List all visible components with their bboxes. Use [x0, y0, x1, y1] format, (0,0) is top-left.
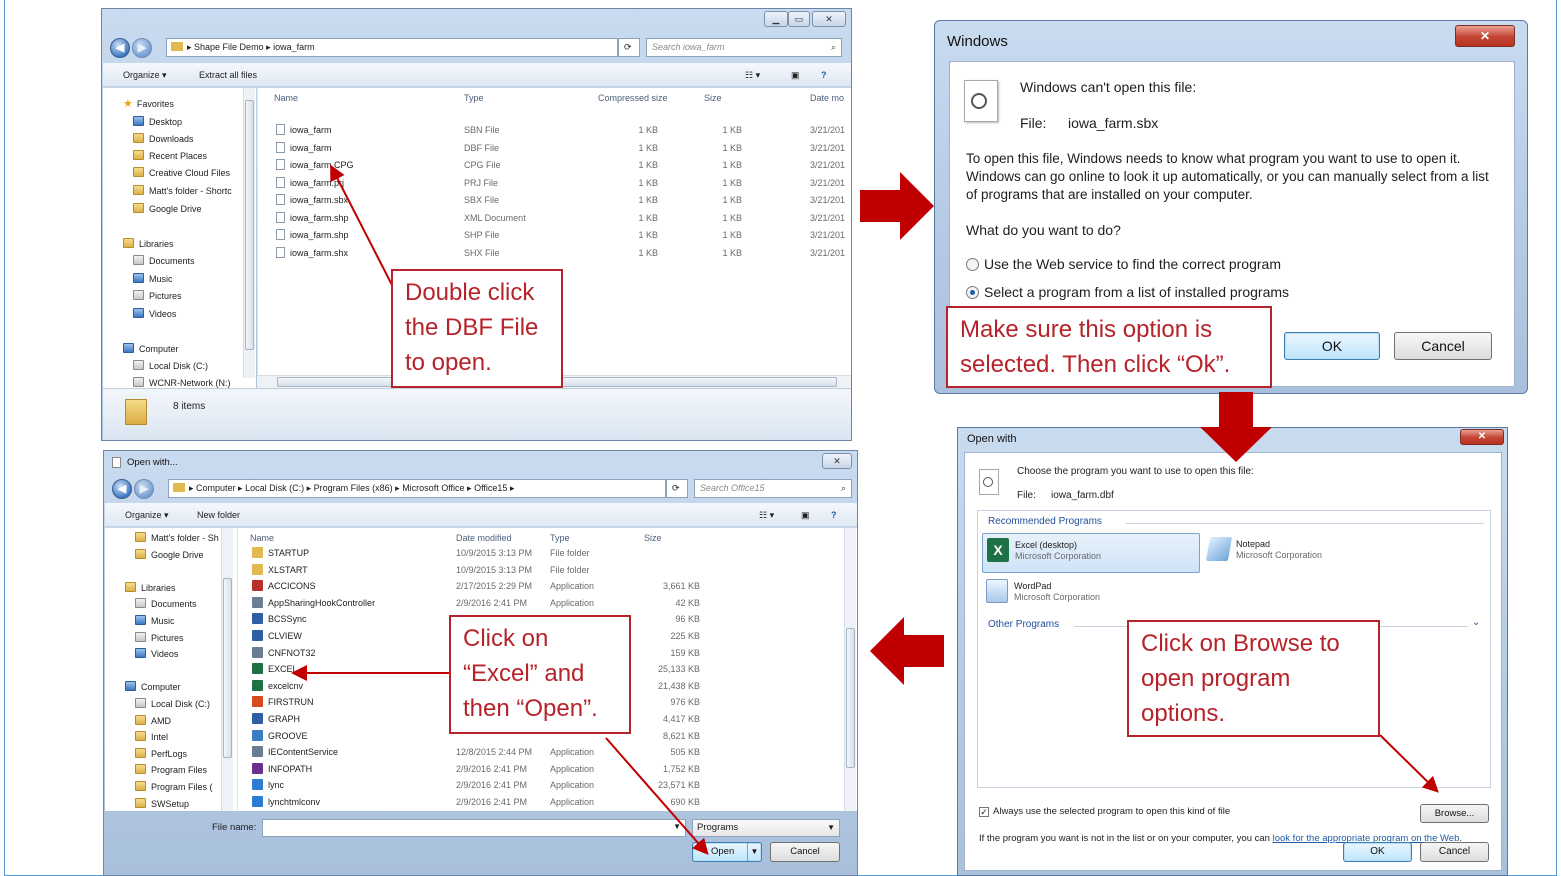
callout-select-option: Make sure this option is selected. Then …	[946, 306, 1272, 388]
callout-excel-open: Click on “Excel” and then “Open”.	[449, 615, 631, 734]
callout-double-click: Double click the DBF File to open.	[391, 269, 563, 388]
callout-browse: Click on Browse to open program options.	[1127, 620, 1380, 737]
pointer-lines	[291, 164, 1439, 856]
